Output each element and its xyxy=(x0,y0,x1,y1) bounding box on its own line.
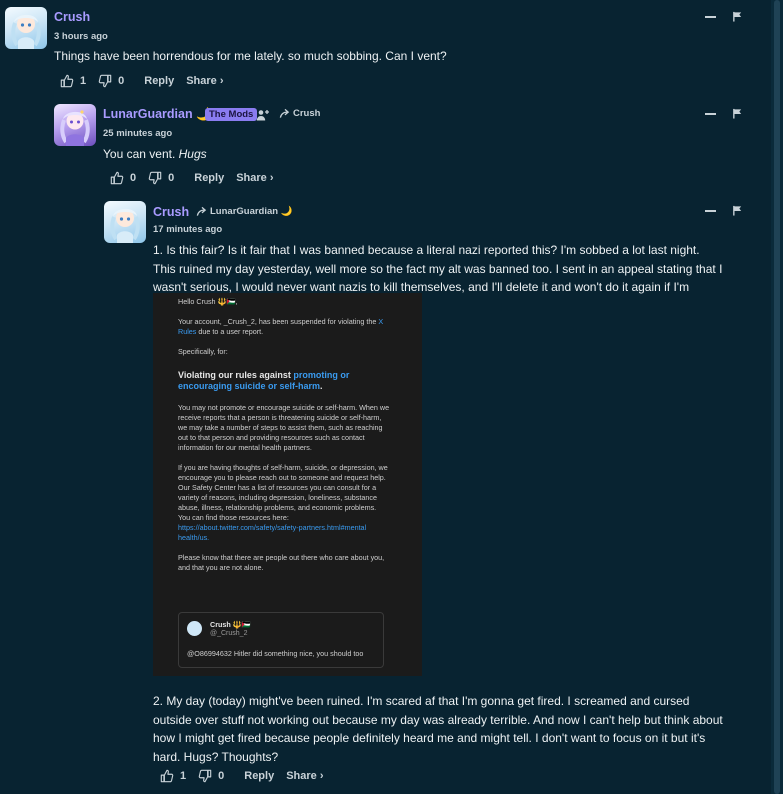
flag-icon[interactable] xyxy=(732,205,743,216)
avatar[interactable] xyxy=(5,7,47,49)
scrollbar[interactable] xyxy=(771,0,783,794)
comment-actions: 1 0 Reply Share › xyxy=(60,74,224,88)
comment-body-text: You can vent. xyxy=(103,147,179,161)
share-button[interactable]: Share › xyxy=(236,172,273,184)
suspension-email: Hello Crush 🔱🇵🇸, Your account, _Crush_2,… xyxy=(178,293,390,583)
comment-timestamp: 25 minutes ago xyxy=(103,128,173,139)
reply-button[interactable]: Reply xyxy=(244,770,274,782)
reply-arrow-icon xyxy=(196,206,207,217)
comment-author[interactable]: Crush xyxy=(153,205,189,219)
mod-badge: The Mods xyxy=(205,108,258,121)
thumb-up-icon xyxy=(60,74,74,88)
tweet-handle: @_Crush_2 xyxy=(210,630,248,637)
email-heading-a: Violating our rules against xyxy=(178,370,294,380)
reply-arrow-icon xyxy=(279,108,290,119)
avatar-image xyxy=(54,104,96,146)
comment-timestamp: 3 hours ago xyxy=(54,31,108,42)
comment-body-emphasis: Hugs xyxy=(178,147,207,161)
comment-body: Things have been horrendous for me latel… xyxy=(54,49,447,63)
like-button[interactable]: 0 xyxy=(110,171,136,185)
email-paragraph-text: If you are having thoughts of self-harm,… xyxy=(178,463,388,522)
email-greeting: Hello Crush 🔱🇵🇸, xyxy=(178,297,238,306)
comment-actions: 0 0 Reply Share › xyxy=(110,171,274,185)
email-paragraph: Please know that there are people out th… xyxy=(178,553,385,572)
add-friend-icon[interactable] xyxy=(256,108,270,120)
share-button[interactable]: Share › xyxy=(286,770,323,782)
email-suspension-text: Your account, _Crush_2, has been suspend… xyxy=(178,317,390,337)
dislike-count: 0 xyxy=(218,770,225,782)
avatar[interactable] xyxy=(54,104,96,146)
dislike-count: 0 xyxy=(118,75,125,87)
reply-button[interactable]: Reply xyxy=(194,172,224,184)
comment-timestamp: 17 minutes ago xyxy=(153,224,223,235)
comment-author[interactable]: LunarGuardian 🌙 xyxy=(103,107,212,122)
email-suspension-b: due to a user report. xyxy=(196,327,264,336)
comment-author[interactable]: Crush xyxy=(54,10,90,24)
thumb-up-icon xyxy=(160,769,174,783)
email-paragraph: You may not promote or encourage suicide… xyxy=(178,403,390,452)
dislike-button[interactable]: 0 xyxy=(198,769,224,783)
thumb-down-icon xyxy=(198,769,212,783)
email-heading-b: . xyxy=(320,381,323,391)
embedded-tweet: Crush 🔱🇵🇸 @_Crush_2 @O86994632 Hitler di… xyxy=(178,612,384,668)
dislike-count: 0 xyxy=(168,172,175,184)
like-button[interactable]: 1 xyxy=(160,769,186,783)
flag-icon[interactable] xyxy=(732,11,743,22)
tweet-avatar xyxy=(187,621,202,636)
reply-to-link[interactable]: LunarGuardian 🌙 xyxy=(196,206,293,217)
email-paragraph: If you are having thoughts of self-harm,… xyxy=(178,463,390,543)
email-heading: Violating our rules against promoting or… xyxy=(178,370,390,392)
scrollbar-thumb[interactable] xyxy=(774,0,780,794)
collapse-icon[interactable] xyxy=(705,112,716,115)
thumb-up-icon xyxy=(110,171,124,185)
collapse-icon[interactable] xyxy=(705,15,716,18)
like-count: 1 xyxy=(80,75,87,87)
like-count: 0 xyxy=(130,172,137,184)
avatar-image xyxy=(5,7,47,49)
like-button[interactable]: 1 xyxy=(60,74,86,88)
thumb-down-icon xyxy=(98,74,112,88)
dislike-button[interactable]: 0 xyxy=(98,74,124,88)
email-specifically: Specifically, for: xyxy=(178,347,228,356)
comment-body: You can vent. Hugs xyxy=(103,145,703,164)
comment-actions: 1 0 Reply Share › xyxy=(160,769,324,783)
comment-body-paragraph: 2. My day (today) might've been ruined. … xyxy=(153,694,723,764)
share-button[interactable]: Share › xyxy=(186,75,223,87)
collapse-icon[interactable] xyxy=(705,209,716,212)
email-suspension-a: Your account, _Crush_2, has been suspend… xyxy=(178,317,379,326)
flag-icon[interactable] xyxy=(732,108,743,119)
reply-to-link[interactable]: Crush xyxy=(279,108,320,119)
tweet-text: @O86994632 Hitler did something nice, yo… xyxy=(187,649,364,658)
email-link: https://about.twitter.com/safety/safety-… xyxy=(178,523,367,542)
reply-to-name: Crush xyxy=(293,108,321,119)
avatar[interactable] xyxy=(104,201,146,243)
reply-to-name: LunarGuardian 🌙 xyxy=(210,206,293,217)
dislike-button[interactable]: 0 xyxy=(148,171,174,185)
avatar-image xyxy=(104,201,146,243)
reply-button[interactable]: Reply xyxy=(144,75,174,87)
thumb-down-icon xyxy=(148,171,162,185)
like-count: 1 xyxy=(180,770,187,782)
tweet-author: Crush 🔱🇵🇸 xyxy=(210,620,251,629)
attached-image[interactable]: Hello Crush 🔱🇵🇸, Your account, _Crush_2,… xyxy=(153,293,422,676)
